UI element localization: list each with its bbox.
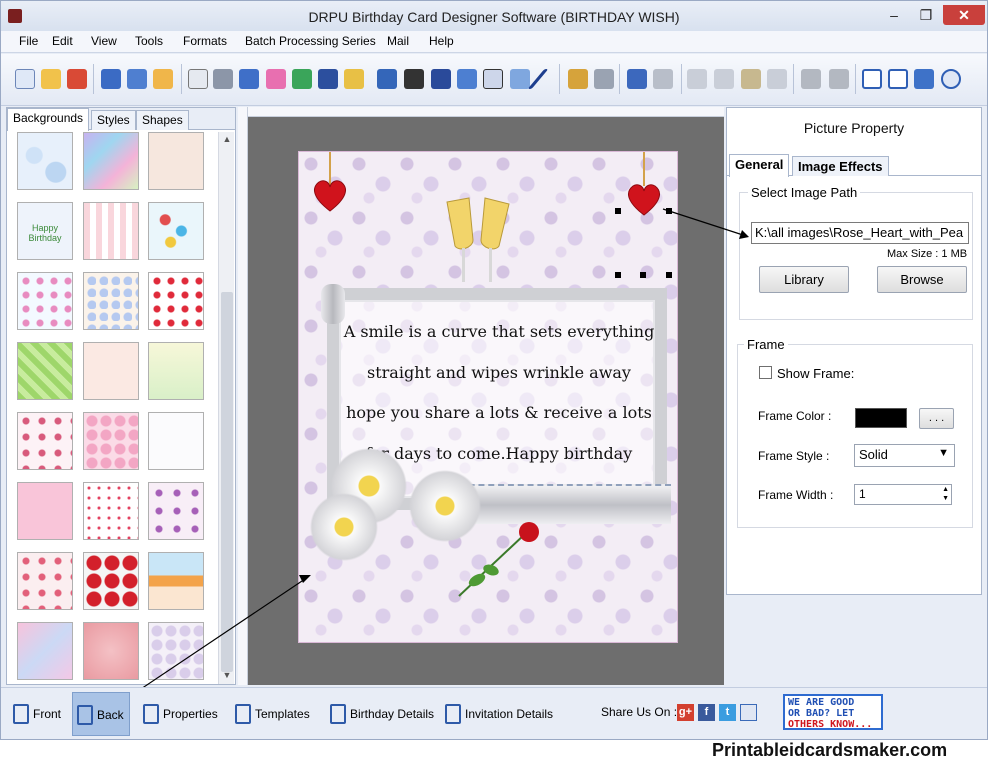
invitation-details-icon [445,704,461,724]
templates-label: Templates [255,707,310,721]
invitation-details-label: Invitation Details [465,707,554,721]
birthday-details-label: Birthday Details [350,707,435,721]
back-button[interactable]: Back [72,692,130,736]
properties-button[interactable]: Properties [139,692,225,736]
feedback-badge[interactable]: WE ARE GOOD OR BAD? LET OTHERS KNOW... [783,694,883,730]
properties-label: Properties [163,707,218,721]
birthday-details-button[interactable]: Birthday Details [326,692,436,736]
templates-button[interactable]: Templates [231,692,317,736]
templates-icon [235,704,251,724]
invitation-details-button[interactable]: Invitation Details [441,692,561,736]
twitter-icon[interactable]: t [719,704,736,721]
back-label: Back [97,708,124,722]
badge-line: WE ARE GOOD [788,697,855,708]
back-page-icon [77,705,93,725]
watermark-text: Printableidcardsmaker.com [712,740,948,760]
share-icon[interactable] [740,704,757,721]
badge-line: OTHERS KNOW... [788,719,873,730]
share-label: Share Us On : [601,705,678,719]
facebook-icon[interactable]: f [698,704,715,721]
front-button[interactable]: Front [9,692,69,736]
birthday-details-icon [330,704,346,724]
bottom-bar: Front Back Properties Templates Birthday… [1,687,987,739]
app-window: DRPU Birthday Card Designer Software (BI… [0,0,988,740]
badge-line: OR BAD? LET [788,708,855,719]
front-page-icon [13,704,29,724]
front-label: Front [33,707,62,721]
google-plus-icon[interactable]: g+ [677,704,694,721]
callout-arrows [122,208,749,702]
properties-icon [143,704,159,724]
